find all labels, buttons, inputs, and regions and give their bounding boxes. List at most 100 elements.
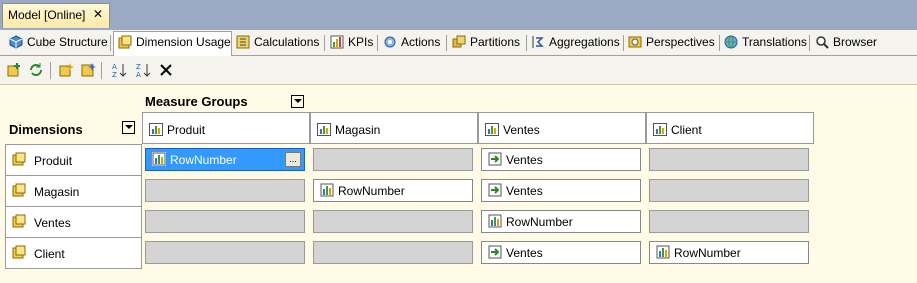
add-dimension-icon[interactable] — [58, 62, 74, 78]
tab-browser[interactable]: Browser — [815, 32, 877, 54]
fact-relationship-icon — [152, 152, 166, 166]
relationship-cell[interactable]: Ventes — [481, 179, 641, 202]
measure-group-header[interactable]: Magasin — [310, 112, 478, 144]
dimension-row-header[interactable]: Client — [5, 237, 142, 269]
tab-perspectives[interactable]: Perspectives — [628, 32, 715, 54]
toolbar-separator — [50, 62, 51, 79]
relationship-cell-empty[interactable] — [649, 148, 809, 171]
relationship-cell[interactable]: RowNumber ... — [145, 148, 305, 171]
relationship-cell[interactable]: Ventes — [481, 241, 641, 264]
tab-label: KPIs — [348, 35, 374, 49]
tab-actions[interactable]: Actions — [383, 32, 440, 54]
referenced-relationship-icon — [488, 245, 502, 259]
close-icon[interactable]: ✕ — [93, 7, 103, 21]
dimensions-dropdown[interactable] — [122, 121, 135, 134]
tab-separator — [719, 35, 720, 51]
tab-kpis[interactable]: KPIs — [330, 32, 373, 54]
referenced-relationship-icon — [488, 152, 502, 166]
tab-dimension-usage[interactable]: Dimension Usage — [113, 31, 232, 56]
svg-text:A: A — [112, 63, 117, 71]
measure-group-label: Ventes — [503, 123, 540, 137]
relationship-cell-empty[interactable] — [145, 241, 305, 264]
tab-separator — [623, 35, 624, 51]
dimension-label: Ventes — [34, 216, 71, 230]
dimension-icon — [12, 183, 26, 197]
document-tab-title: Model [Online] — [8, 8, 86, 22]
tab-calculations[interactable]: Calculations — [236, 32, 319, 54]
relationship-cell-empty[interactable] — [313, 210, 473, 233]
measure-group-icon — [317, 123, 331, 136]
dimension-label: Magasin — [34, 185, 80, 199]
relationship-label: Ventes — [506, 153, 543, 167]
tab-separator — [446, 35, 447, 51]
refresh-icon[interactable] — [28, 62, 44, 78]
add-cube-dimension-icon[interactable] — [6, 62, 22, 78]
relationship-cell[interactable]: RowNumber — [313, 179, 473, 202]
perspectives-icon — [628, 36, 642, 48]
sort-ascending-icon[interactable]: AZ — [111, 62, 127, 78]
relationship-cell[interactable]: RowNumber — [649, 241, 809, 264]
dimension-label: Client — [34, 247, 65, 261]
browser-icon — [816, 36, 829, 49]
relationship-cell-empty[interactable] — [649, 210, 809, 233]
delete-icon[interactable] — [158, 62, 174, 78]
relationship-label: RowNumber — [506, 215, 573, 229]
measure-group-label: Client — [671, 123, 702, 137]
svg-text:A: A — [136, 71, 141, 78]
toolbar: AZ ZA — [0, 56, 917, 84]
fact-relationship-icon — [488, 214, 502, 228]
measure-group-header[interactable]: Ventes — [478, 112, 646, 144]
tab-separator — [377, 35, 378, 51]
measure-group-icon — [485, 123, 499, 136]
relationship-label: RowNumber — [338, 184, 405, 198]
dimension-icon — [12, 214, 26, 228]
partitions-icon — [452, 35, 466, 48]
tab-label: Cube Structure — [27, 35, 108, 49]
tab-separator — [809, 35, 810, 51]
document-tab[interactable]: Model [Online] ✕ — [2, 3, 110, 28]
measure-group-label: Produit — [167, 123, 206, 137]
tab-label: Partitions — [470, 35, 521, 49]
svg-text:Z: Z — [136, 63, 141, 71]
dimension-row-header[interactable]: Magasin — [5, 175, 142, 207]
edit-relationship-button[interactable]: ... — [285, 152, 301, 167]
dimension-row-header[interactable]: Ventes — [5, 206, 142, 238]
tab-aggregations[interactable]: Aggregations — [531, 32, 620, 54]
translations-icon — [724, 35, 738, 49]
dimension-icon — [12, 245, 26, 259]
dimension-row-header[interactable]: Produit — [5, 144, 142, 176]
fact-relationship-icon — [656, 245, 670, 259]
relationship-cell-empty[interactable] — [313, 241, 473, 264]
measure-group-icon — [149, 123, 163, 136]
tab-label: Translations — [742, 35, 807, 49]
relationship-cell-empty[interactable] — [145, 210, 305, 233]
relationship-cell-empty[interactable] — [649, 179, 809, 202]
dimension-usage-grid: Measure Groups Dimensions Produit Magasi… — [0, 84, 917, 283]
toolbar-separator — [101, 62, 102, 79]
tab-label: Actions — [401, 35, 441, 49]
measure-group-header[interactable]: Produit — [142, 112, 310, 144]
relationship-cell-empty[interactable] — [313, 148, 473, 171]
dimensions-title: Dimensions — [9, 122, 83, 137]
relationship-cell[interactable]: Ventes — [481, 148, 641, 171]
tab-label: Calculations — [254, 35, 320, 49]
actions-icon — [384, 36, 396, 48]
add-measure-group-icon[interactable] — [80, 62, 96, 78]
tab-cube-structure[interactable]: Cube Structure — [9, 32, 108, 54]
designer-tab-bar: Cube Structure Dimension Usage Calculati… — [0, 30, 917, 56]
relationship-cell[interactable]: RowNumber — [481, 210, 641, 233]
tab-translations[interactable]: Translations — [724, 32, 807, 54]
kpi-icon — [330, 35, 344, 49]
tab-label: Dimension Usage — [136, 35, 231, 49]
tab-separator — [526, 35, 527, 51]
dimension-usage-icon — [118, 35, 132, 49]
measure-group-header[interactable]: Client — [646, 112, 814, 144]
dimension-label: Produit — [34, 154, 73, 168]
relationship-cell-empty[interactable] — [145, 179, 305, 202]
dimension-icon — [12, 152, 26, 166]
sort-descending-icon[interactable]: ZA — [135, 62, 151, 78]
tab-partitions[interactable]: Partitions — [452, 32, 520, 54]
tab-label: Browser — [833, 35, 878, 49]
tab-separator — [110, 35, 111, 51]
measure-groups-dropdown[interactable] — [291, 95, 304, 108]
